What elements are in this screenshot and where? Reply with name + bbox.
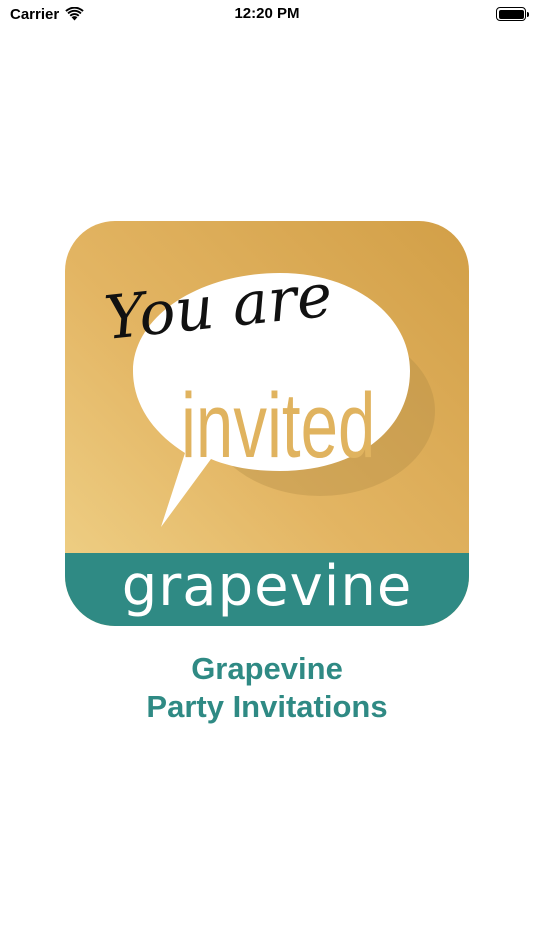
app-name-line-1: Grapevine — [191, 651, 343, 686]
battery-cap — [527, 12, 529, 17]
status-right — [496, 7, 529, 21]
app-name: Grapevine Party Invitations — [0, 650, 534, 726]
brand-label: grapevine — [121, 554, 413, 619]
battery-icon — [496, 7, 529, 21]
launch-screen: Carrier 12:20 PM You are invited grapevi… — [0, 0, 534, 950]
invitation-artwork: You are invited — [101, 260, 435, 527]
brand-band: grapevine — [65, 553, 469, 626]
status-bar: Carrier 12:20 PM — [0, 0, 534, 28]
app-name-line-2: Party Invitations — [146, 689, 388, 724]
status-left: Carrier — [10, 6, 84, 23]
app-icon: You are invited grapevine — [65, 221, 469, 626]
invited-text: invited — [181, 373, 375, 476]
wifi-icon — [65, 7, 84, 21]
battery-level-fill — [498, 9, 524, 19]
carrier-label: Carrier — [10, 5, 60, 23]
